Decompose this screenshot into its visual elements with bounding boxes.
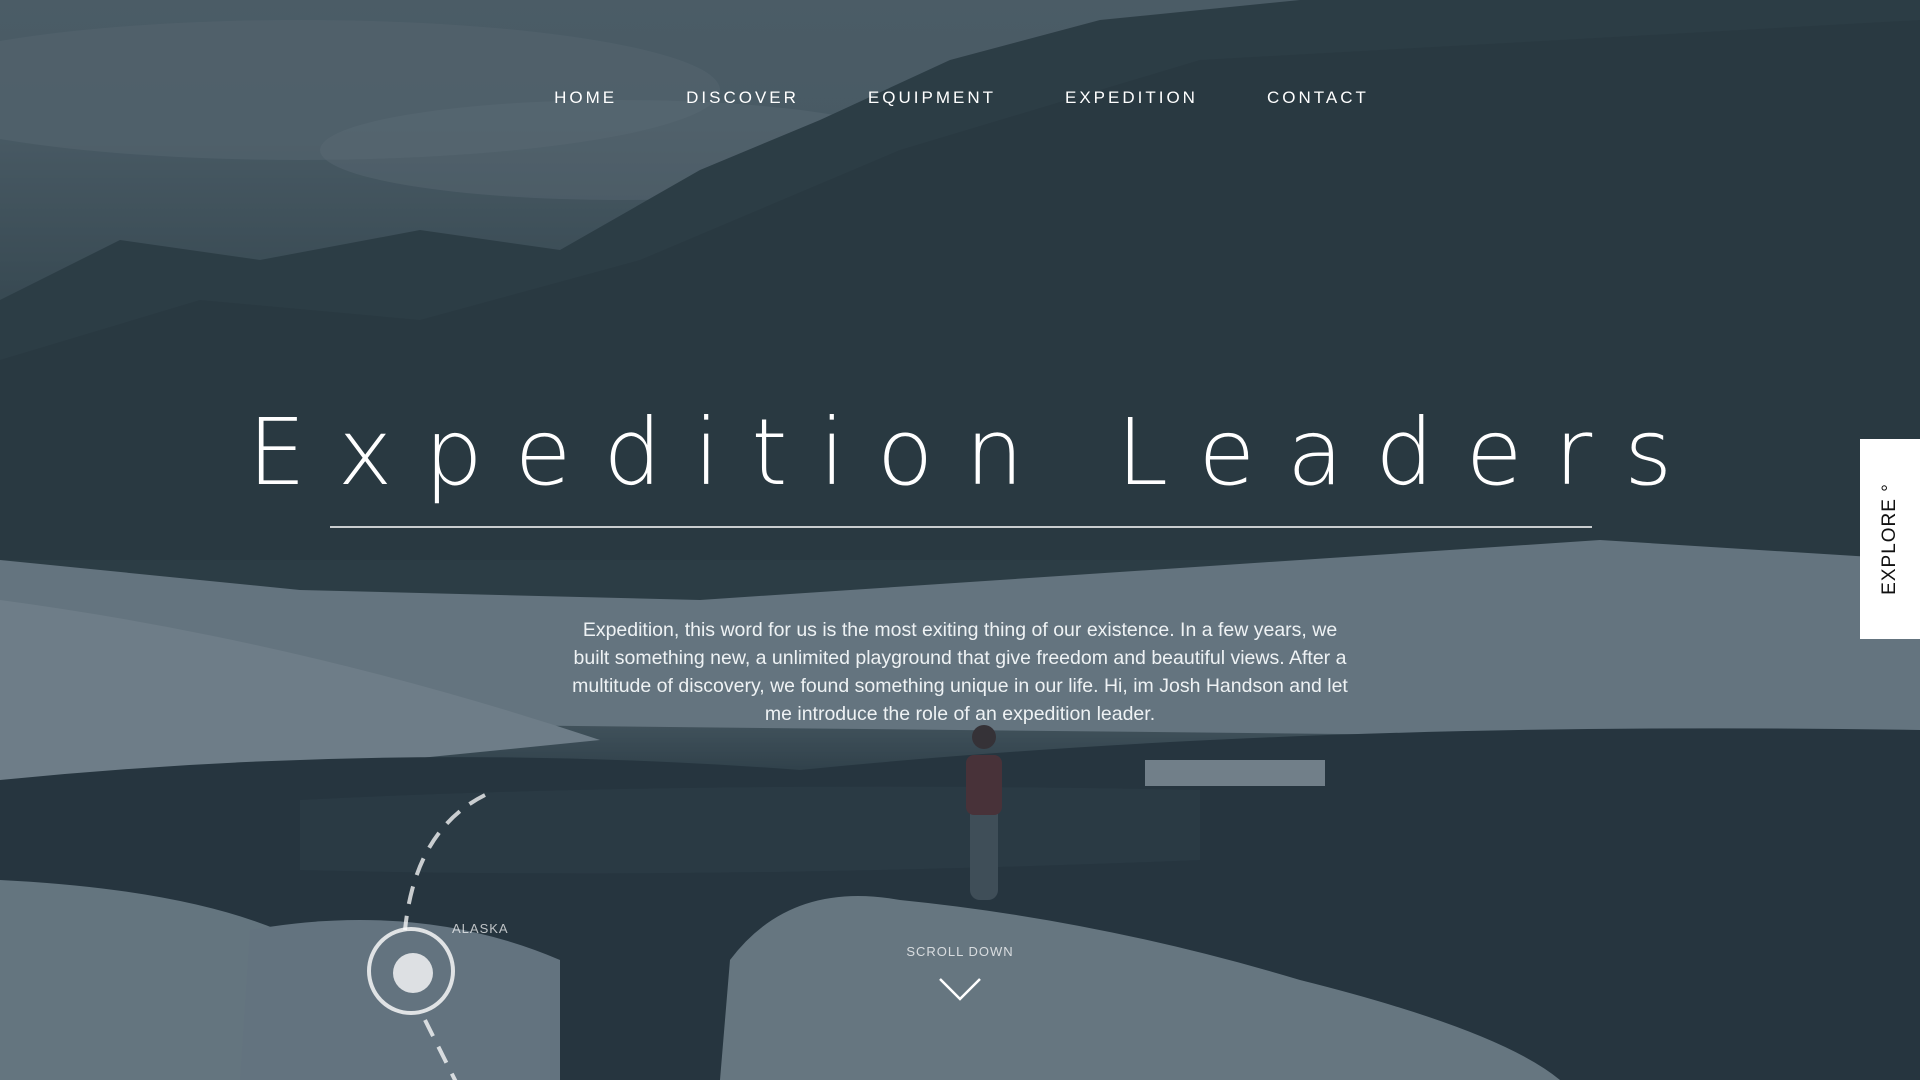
landing-page: HOME DISCOVER EQUIPMENT EXPEDITION CONTA… [0,0,1920,1080]
location-marker-dot [393,953,433,993]
hero-description: Expedition, this word for us is the most… [572,618,1348,725]
scroll-down-button[interactable]: SCROLL DOWN [860,944,1060,1001]
nav-item-home[interactable]: HOME [551,88,617,108]
explore-tab-label: EXPLORE ° [1879,483,1900,595]
location-label: ALASKA [452,921,509,936]
hero-divider [330,526,1592,528]
nav-item-expedition[interactable]: EXPEDITION [1062,88,1198,108]
scroll-down-label: SCROLL DOWN [906,944,1014,959]
location-marker[interactable] [367,927,455,1015]
nav-item-discover[interactable]: DISCOVER [683,88,799,108]
main-navigation: HOME DISCOVER EQUIPMENT EXPEDITION CONTA… [0,88,1920,108]
dark-overlay [0,0,1920,1080]
hero-title: Expedition Leaders [247,398,1705,506]
chevron-down-icon [939,978,981,1001]
nav-item-contact[interactable]: CONTACT [1264,88,1369,108]
explore-side-tab[interactable]: EXPLORE ° [1860,439,1920,639]
nav-item-equipment[interactable]: EQUIPMENT [865,88,996,108]
